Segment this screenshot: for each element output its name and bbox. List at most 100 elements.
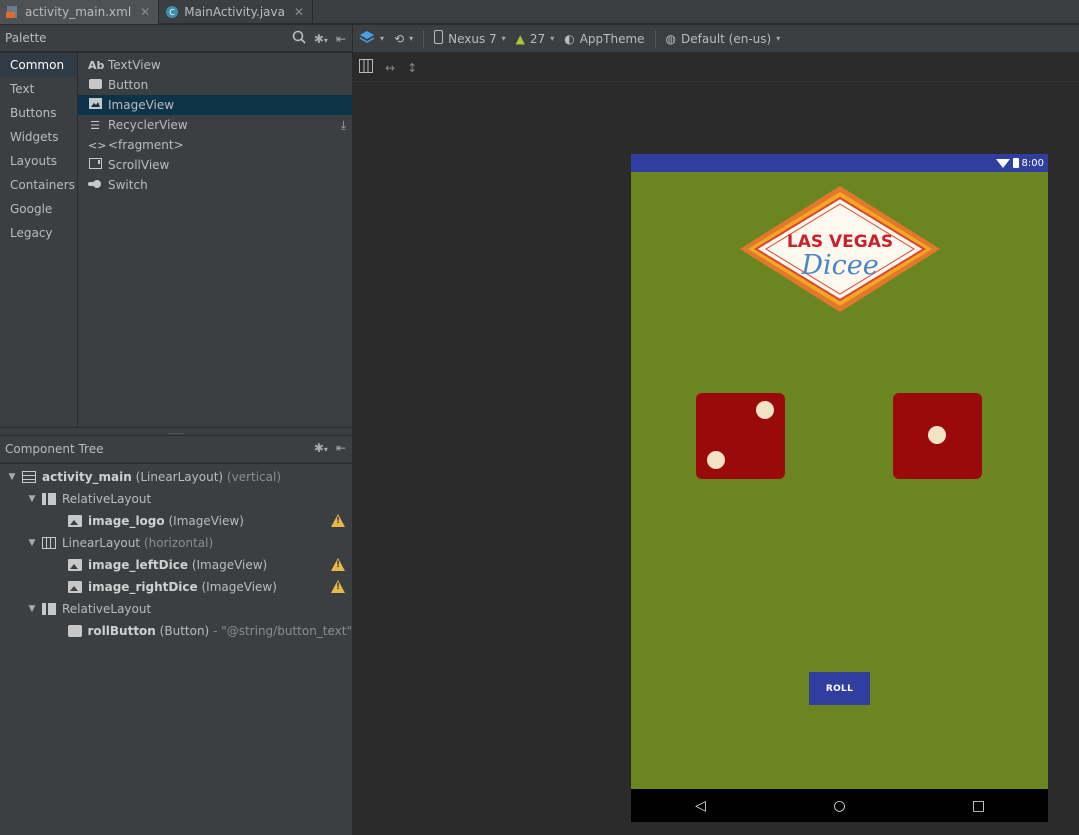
expand-arrow-icon[interactable]: ▼ — [26, 604, 38, 614]
imageview-icon — [68, 515, 82, 527]
linear-layout-icon — [22, 471, 36, 483]
category-text[interactable]: Text — [0, 77, 77, 101]
warning-icon[interactable]: ! — [331, 514, 345, 527]
logo-line2: Dicee — [800, 250, 878, 281]
node-name: RelativeLayout — [62, 602, 152, 616]
widget-label: Switch — [108, 178, 148, 192]
node-name: rollButton — [87, 624, 156, 638]
close-icon[interactable]: ✕ — [294, 5, 304, 19]
vertical-resize-icon[interactable]: ↕ — [407, 61, 417, 75]
category-layouts[interactable]: Layouts — [0, 149, 77, 173]
widget-imageview[interactable]: ImageView — [78, 95, 352, 115]
theme-selector[interactable]: ◐ AppTheme — [564, 32, 644, 46]
right-dice[interactable] — [893, 393, 982, 479]
left-dice[interactable] — [696, 393, 785, 479]
node-name: LinearLayout — [62, 536, 141, 550]
widget-textview[interactable]: Ab TextView — [78, 55, 352, 75]
tree-node-image-logo[interactable]: image_logo (ImageView) ! — [0, 510, 352, 532]
tree-node-image-rightdice[interactable]: image_rightDice (ImageView) ! — [0, 576, 352, 598]
home-icon[interactable]: ○ — [825, 798, 855, 814]
tree-node-relativelayout-2[interactable]: ▼ RelativeLayout — [0, 598, 352, 620]
expand-arrow-icon[interactable]: ▼ — [6, 472, 18, 482]
dice-pip — [756, 401, 774, 419]
widget-label: ImageView — [108, 98, 175, 112]
device-selector[interactable]: Nexus 7 ▾ — [434, 30, 506, 47]
dice-pip — [707, 451, 725, 469]
java-class-icon: C — [165, 5, 179, 19]
widget-scrollview[interactable]: ScrollView — [78, 155, 352, 175]
warning-icon[interactable]: ! — [331, 558, 345, 571]
widget-recyclerview[interactable]: ☰ RecyclerView ⤓ — [78, 115, 352, 135]
api-selector[interactable]: ▲ 27 ▾ — [516, 32, 555, 46]
design-toolbar: ▾ ⟲ ▾ Nexus 7 ▾ ▲ 27 ▾ ◐ AppTheme ◍ Default… — [353, 25, 1079, 53]
xml-file-icon — [6, 5, 20, 19]
gear-icon[interactable]: ✱▾ — [314, 441, 328, 455]
logo-line1: LAS VEGAS — [787, 232, 893, 252]
widget-label: <fragment> — [108, 138, 184, 152]
node-extra: (horizontal) — [143, 536, 214, 550]
recents-icon[interactable]: □ — [964, 798, 994, 814]
tree-node-activity-main[interactable]: ▼ activity_main (LinearLayout) (vertical… — [0, 466, 352, 488]
tab-main-activity[interactable]: C MainActivity.java ✕ — [159, 0, 314, 24]
tree-node-relativelayout[interactable]: ▼ RelativeLayout — [0, 488, 352, 510]
palette-widget-list: Ab TextView Button ImageView ☰ RecyclerV… — [78, 53, 352, 427]
panel-splitter[interactable]: ⋯⋯ — [0, 427, 352, 438]
widget-fragment[interactable]: <> <fragment> — [78, 135, 352, 155]
category-legacy[interactable]: Legacy — [0, 221, 77, 245]
component-tree-header: Component Tree ✱▾ ⇤ — [0, 436, 352, 463]
category-google[interactable]: Google — [0, 197, 77, 221]
node-name: activity_main — [42, 470, 132, 484]
orientation-button[interactable]: ⟲ ▾ — [394, 32, 413, 46]
back-icon[interactable]: ◁ — [686, 798, 716, 814]
battery-icon — [1012, 158, 1019, 168]
node-name: image_rightDice — [88, 580, 198, 594]
node-type: (ImageView) — [168, 514, 244, 528]
tree-node-linearlayout[interactable]: ▼ LinearLayout (horizontal) — [0, 532, 352, 554]
svg-text:C: C — [169, 8, 175, 17]
node-extra: (vertical) — [226, 470, 282, 484]
node-type: (LinearLayout) — [135, 470, 224, 484]
widget-label: RecyclerView — [108, 118, 188, 132]
columns-icon[interactable] — [359, 59, 373, 76]
category-buttons[interactable]: Buttons — [0, 101, 77, 125]
widget-label: Button — [108, 78, 149, 92]
locale-selector[interactable]: ◍ Default (en-us) ▾ — [666, 32, 781, 46]
horizontal-resize-icon[interactable]: ↔ — [385, 61, 395, 75]
layers-button[interactable]: ▾ — [359, 30, 384, 47]
component-tree-title: Component Tree — [5, 442, 104, 456]
dice-pip — [928, 426, 946, 444]
category-containers[interactable]: Containers — [0, 173, 77, 197]
tree-node-rollbutton[interactable]: rollButton (Button) - "@string/button_te… — [0, 620, 352, 642]
collapse-panel-icon[interactable]: ⇤ — [336, 441, 346, 455]
tab-activity-main[interactable]: activity_main.xml ✕ — [0, 0, 160, 24]
horizontal-layout-icon — [42, 537, 56, 549]
close-icon[interactable]: ✕ — [140, 5, 150, 19]
expand-arrow-icon[interactable]: ▼ — [26, 538, 38, 548]
las-vegas-logo[interactable]: LAS VEGAS Dicee — [738, 184, 942, 314]
editor-tab-bar: activity_main.xml ✕ C MainActivity.java … — [0, 0, 1079, 24]
imageview-icon — [68, 581, 82, 593]
palette-categories: Common Text Buttons Widgets Layouts Cont… — [0, 53, 78, 427]
device-preview[interactable]: 8:00 LAS VEGAS Dicee ROLL ◁ ○ □ — [631, 154, 1048, 822]
theme-icon: ◐ — [564, 31, 575, 46]
widget-label: TextView — [108, 58, 161, 72]
search-icon[interactable] — [292, 30, 306, 47]
gear-icon[interactable]: ✱▾ — [314, 32, 328, 46]
widget-switch[interactable]: Switch — [78, 175, 352, 195]
category-common[interactable]: Common — [0, 53, 77, 77]
roll-button[interactable]: ROLL — [809, 672, 870, 705]
theme-label: AppTheme — [579, 31, 645, 46]
expand-arrow-icon[interactable]: ▼ — [26, 494, 38, 504]
download-icon[interactable]: ⤓ — [341, 118, 346, 133]
widget-button[interactable]: Button — [78, 75, 352, 95]
node-name: image_logo — [88, 514, 165, 528]
tree-node-image-leftdice[interactable]: image_leftDice (ImageView) ! — [0, 554, 352, 576]
category-widgets[interactable]: Widgets — [0, 125, 77, 149]
wifi-icon — [995, 158, 1010, 168]
collapse-panel-icon[interactable]: ⇤ — [336, 32, 346, 46]
rotate-icon: ⟲ — [394, 31, 405, 46]
status-bar: 8:00 — [631, 154, 1048, 172]
warning-icon[interactable]: ! — [331, 580, 345, 593]
component-tree: ▼ activity_main (LinearLayout) (vertical… — [0, 464, 352, 835]
relative-layout-icon — [42, 493, 56, 505]
